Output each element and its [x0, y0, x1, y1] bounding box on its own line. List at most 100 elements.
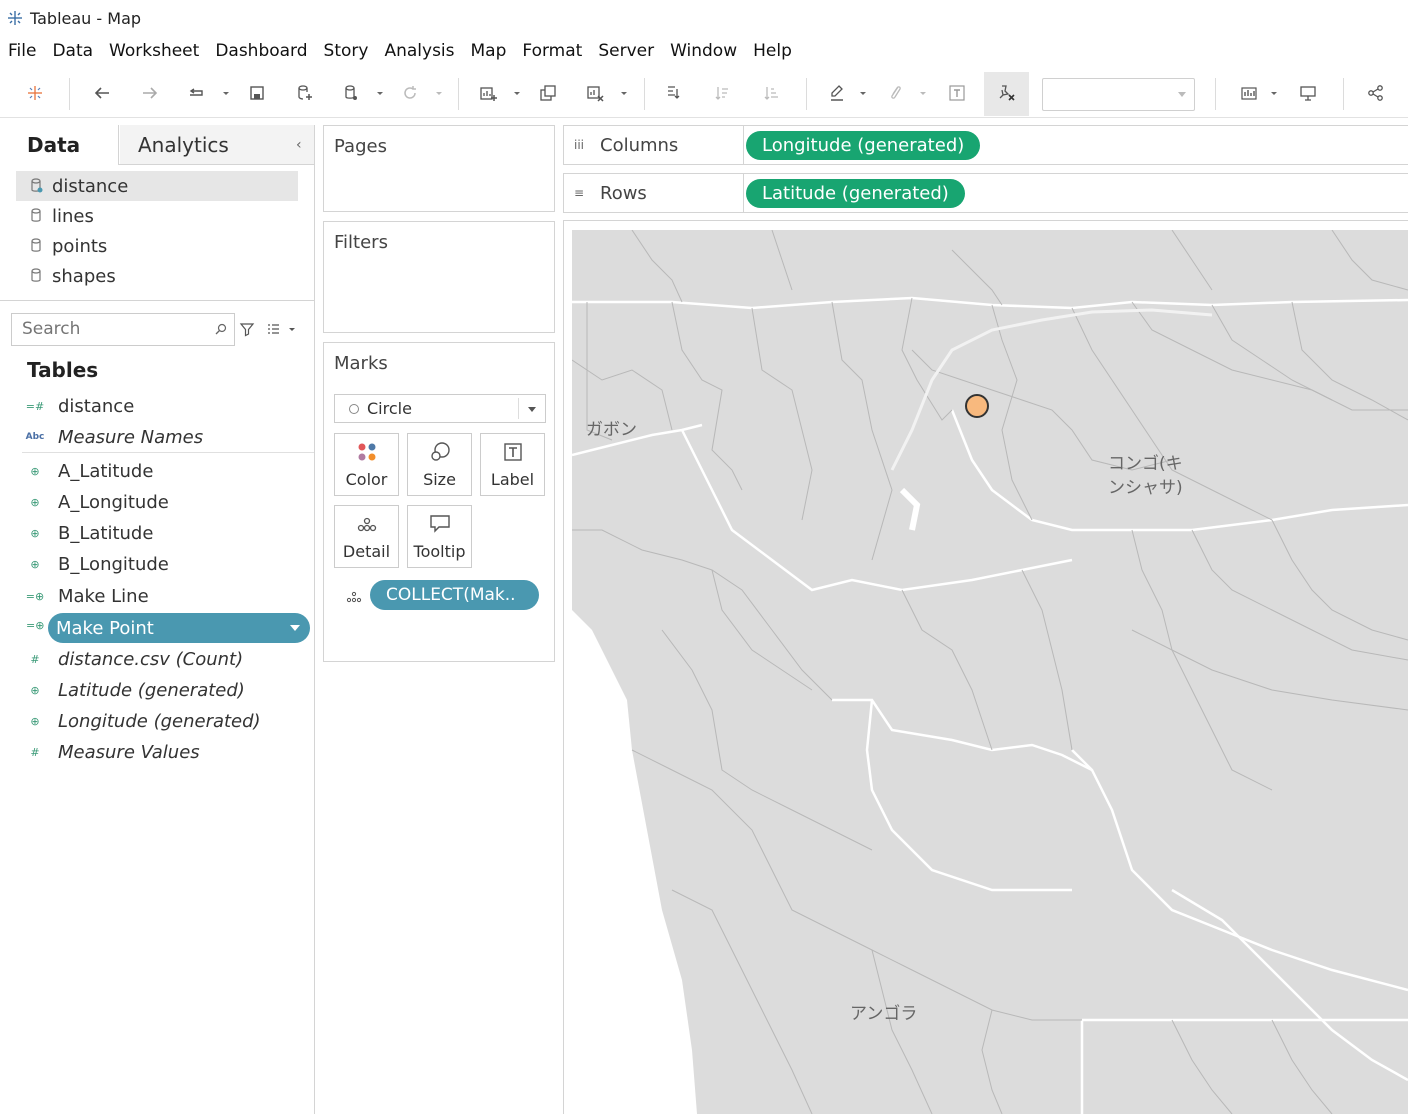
chevron-down-icon[interactable]	[222, 88, 230, 98]
map-label-drc-line1: コンゴ(キ	[1108, 454, 1183, 474]
menu-file[interactable]: File	[8, 41, 36, 61]
datasource-icon[interactable]	[338, 80, 364, 106]
chevron-down-icon[interactable]	[513, 88, 521, 98]
field-item[interactable]: ⊕ Longitude (generated)	[22, 706, 312, 736]
undo-icon[interactable]	[89, 80, 115, 106]
color-button[interactable]: Color	[334, 433, 399, 496]
columns-shelf[interactable]: iii Columns Longitude (generated)	[563, 125, 1408, 165]
collapse-pane-icon[interactable]: ‹	[296, 137, 308, 153]
save-icon[interactable]	[244, 80, 270, 106]
detail-icon	[346, 591, 362, 603]
datasource-item[interactable]: shapes	[16, 261, 298, 291]
size-button[interactable]: Size	[407, 433, 472, 496]
pages-card[interactable]: Pages	[323, 125, 555, 212]
field-item[interactable]: # Measure Values	[22, 737, 312, 767]
search-input[interactable]	[12, 314, 202, 344]
show-me-icon[interactable]	[1236, 80, 1262, 106]
redo-icon[interactable]	[137, 80, 163, 106]
chevron-down-icon[interactable]	[859, 88, 867, 98]
divider	[518, 398, 519, 419]
field-item[interactable]: ⊕ A_Latitude	[22, 456, 312, 486]
field-item[interactable]: Abc Measure Names	[22, 422, 312, 452]
datasource-item[interactable]: lines	[16, 201, 298, 231]
color-label: Color	[345, 470, 388, 489]
toolbar-separator	[458, 78, 459, 110]
tab-data[interactable]: Data	[0, 125, 119, 165]
toolbar-separator	[69, 78, 70, 110]
detail-button[interactable]: Detail	[334, 505, 399, 568]
field-item[interactable]: =# distance	[22, 391, 312, 421]
swap-icon[interactable]	[660, 80, 686, 106]
menu-data[interactable]: Data	[52, 41, 93, 61]
new-sheet-icon[interactable]	[475, 80, 501, 106]
new-datasource-icon[interactable]	[292, 80, 318, 106]
menu-window[interactable]: Window	[670, 41, 737, 61]
field-item[interactable]: =⊕ Make Line	[22, 581, 312, 611]
menu-map[interactable]: Map	[471, 41, 507, 61]
sort-ascending-icon[interactable]	[709, 80, 735, 106]
rows-label: Rows	[600, 182, 647, 204]
field-item[interactable]: ⊕ B_Latitude	[22, 518, 312, 548]
field-item[interactable]: ⊕ A_Longitude	[22, 487, 312, 517]
label-button[interactable]: Label	[480, 433, 545, 496]
rows-shelf[interactable]: ≡ Rows Latitude (generated)	[563, 173, 1408, 213]
duplicate-sheet-icon[interactable]	[535, 80, 561, 106]
menu-format[interactable]: Format	[522, 41, 582, 61]
menu-analysis[interactable]: Analysis	[384, 41, 454, 61]
map-view[interactable]: ガボン コンゴ(キ ンシャサ) アンゴラ	[572, 230, 1408, 1114]
share-icon[interactable]	[1363, 80, 1389, 106]
map-label-angola: アンゴラ	[850, 1004, 918, 1024]
field-item-selected[interactable]: Make Point	[48, 613, 310, 643]
tab-analytics[interactable]: Analytics	[120, 125, 314, 164]
datasource-item[interactable]: distance	[16, 171, 298, 201]
collect-pill[interactable]: COLLECT(Mak..	[370, 580, 539, 610]
field-item[interactable]: ⊕ B_Longitude	[22, 549, 312, 579]
chevron-down-icon[interactable]	[1270, 88, 1278, 98]
fix-axes-icon[interactable]	[994, 80, 1020, 106]
highlight-icon[interactable]	[824, 80, 850, 106]
datasource-item[interactable]: points	[16, 231, 298, 261]
chevron-down-icon[interactable]	[919, 88, 927, 98]
field-item[interactable]: ⊕ Latitude (generated)	[22, 675, 312, 705]
filters-card[interactable]: Filters	[323, 221, 555, 333]
tableau-app-icon	[8, 11, 22, 25]
filter-icon[interactable]	[239, 321, 255, 337]
chevron-down-icon	[1178, 92, 1186, 97]
field-item[interactable]: # distance.csv (Count)	[22, 644, 312, 674]
menu-server[interactable]: Server	[598, 41, 654, 61]
datasource-icon	[31, 238, 41, 252]
chevron-down-icon[interactable]	[290, 625, 300, 631]
menu-help[interactable]: Help	[753, 41, 792, 61]
group-icon[interactable]	[882, 80, 908, 106]
menu-dashboard[interactable]: Dashboard	[215, 41, 307, 61]
menu-worksheet[interactable]: Worksheet	[109, 41, 199, 61]
calculated-geo-icon: =⊕	[26, 619, 45, 632]
chevron-down-icon[interactable]	[376, 88, 384, 98]
data-pane: Data Analytics ‹ distance lines points s…	[0, 125, 315, 1114]
redo-dropdown-icon[interactable]	[183, 80, 209, 106]
label-label: Label	[490, 470, 535, 489]
longitude-pill[interactable]: Longitude (generated)	[746, 131, 981, 160]
color-icon	[358, 443, 375, 461]
mark-type-dropdown[interactable]: Circle	[334, 394, 546, 423]
fit-dropdown[interactable]	[1042, 78, 1195, 111]
divider	[22, 452, 314, 453]
refresh-icon[interactable]	[397, 80, 423, 106]
view-options-icon[interactable]	[267, 321, 299, 337]
menu-story[interactable]: Story	[324, 41, 369, 61]
show-labels-icon[interactable]	[944, 80, 970, 106]
sort-descending-icon[interactable]	[758, 80, 784, 106]
map-point-mark[interactable]	[965, 394, 989, 418]
tooltip-button[interactable]: Tooltip	[407, 505, 472, 568]
divider	[0, 300, 314, 301]
presentation-icon[interactable]	[1295, 80, 1321, 106]
title-bar: Tableau - Map	[0, 0, 1408, 36]
chevron-down-icon[interactable]	[620, 88, 628, 98]
field-label: B_Longitude	[58, 553, 169, 575]
clear-sheet-icon[interactable]	[582, 80, 608, 106]
search-box[interactable]	[11, 313, 235, 346]
datasource-label: lines	[52, 205, 94, 227]
chevron-down-icon[interactable]	[435, 88, 443, 98]
latitude-pill[interactable]: Latitude (generated)	[746, 179, 965, 208]
tableau-logo-icon[interactable]	[22, 80, 48, 106]
